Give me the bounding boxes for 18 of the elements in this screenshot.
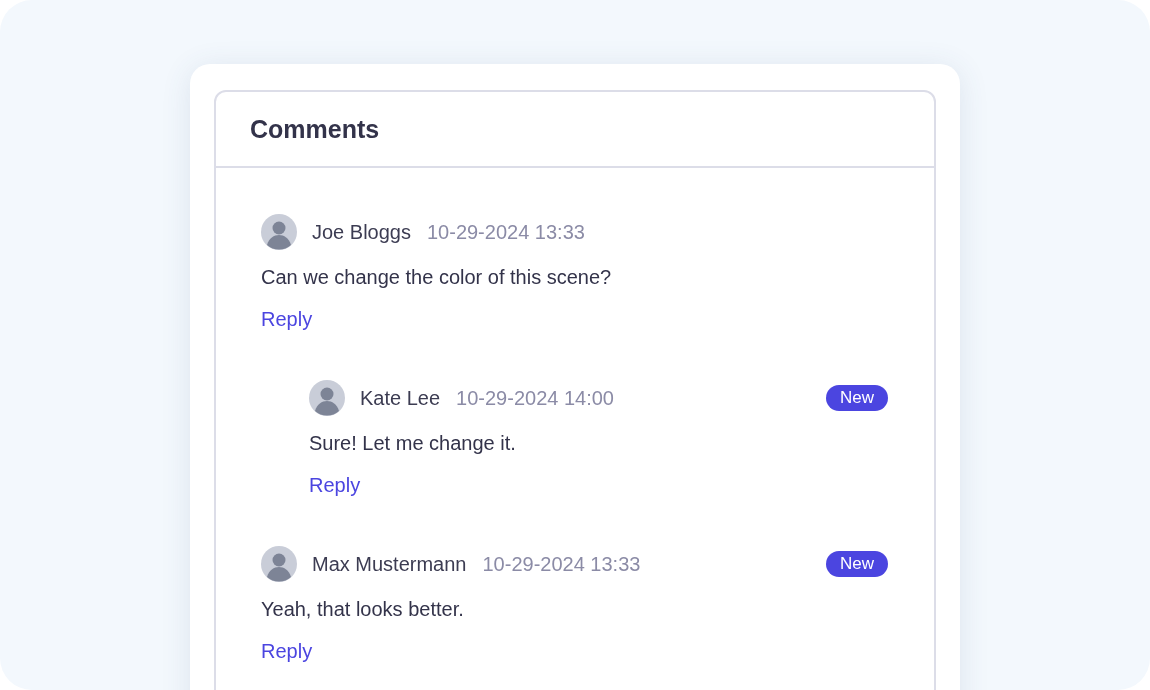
avatar-icon (261, 546, 297, 582)
reply-link[interactable]: Reply (261, 637, 313, 665)
panel-title: Comments (250, 114, 380, 144)
reply-link[interactable]: Reply (261, 305, 313, 333)
author-name: Max Mustermann (312, 552, 467, 576)
comment-text: Yeah, that looks better. (261, 597, 464, 622)
timestamp: 10-29-2024 13:33 (482, 552, 641, 576)
timestamp: 10-29-2024 13:33 (426, 220, 585, 244)
new-badge: New (826, 551, 888, 577)
author-name: Kate Lee (360, 386, 441, 410)
comment-text: Sure! Let me change it. (309, 431, 516, 456)
reply-link[interactable]: Reply (309, 471, 361, 499)
timestamp: 10-29-2024 14:00 (456, 386, 614, 410)
avatar-icon (261, 214, 297, 250)
avatar-icon (309, 380, 345, 416)
new-badge: New (826, 385, 888, 411)
author-name: Joe Bloggs (312, 220, 411, 244)
comment-text: Can we change the color of this scene? (261, 265, 612, 290)
